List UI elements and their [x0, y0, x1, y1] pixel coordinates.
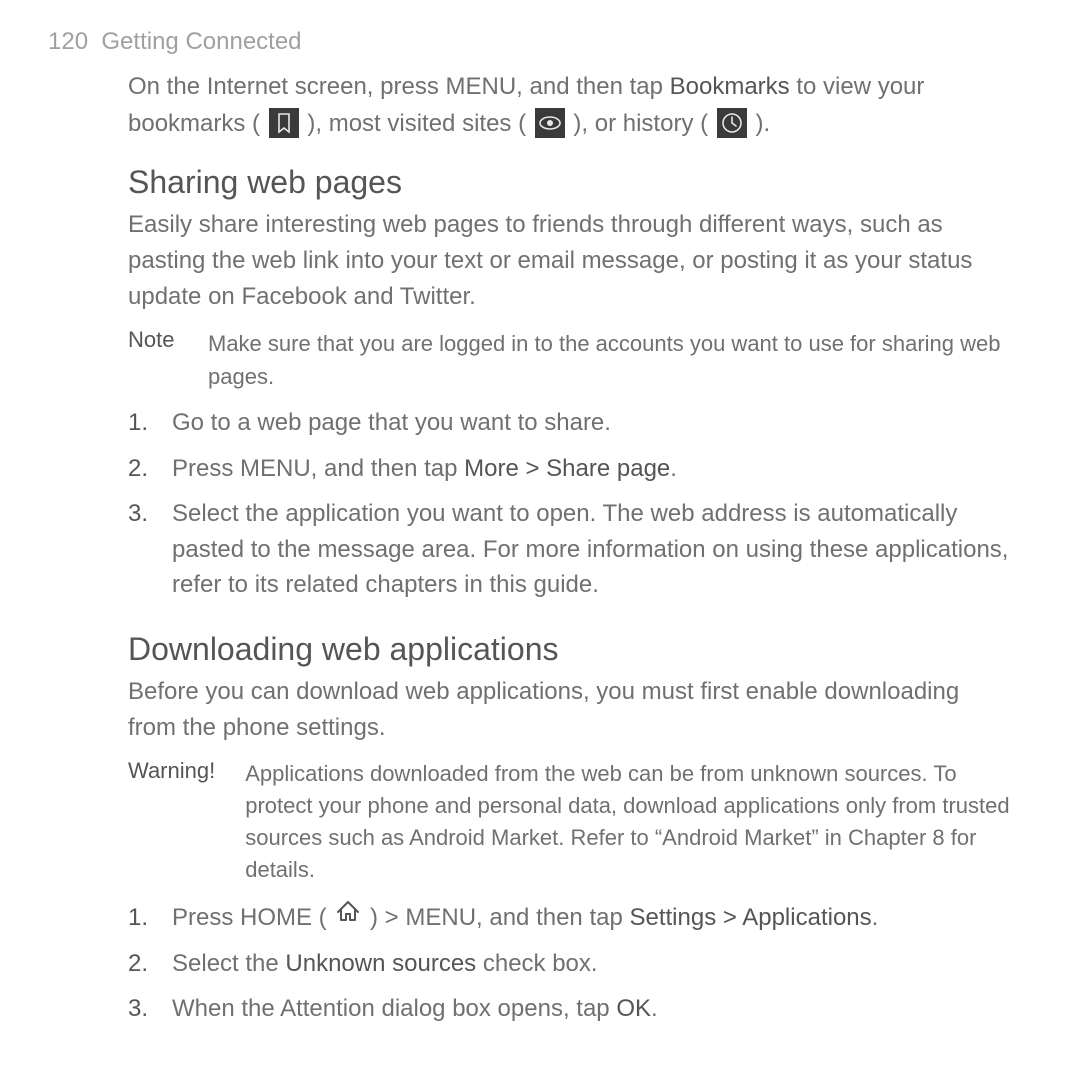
downloading-heading: Downloading web applications: [128, 631, 1012, 668]
section-title: Getting Connected: [101, 28, 301, 55]
warning-text: Applications downloaded from the web can…: [245, 758, 1012, 886]
intro-paragraph: On the Internet screen, press MENU, and …: [128, 68, 1012, 142]
list-item: When the Attention dialog box opens, tap…: [128, 991, 1012, 1027]
note-text: Make sure that you are logged in to the …: [208, 327, 1012, 393]
page-number: 120: [48, 28, 88, 55]
page-content: On the Internet screen, press MENU, and …: [128, 68, 1012, 1027]
eye-icon: [535, 108, 565, 138]
home-icon: [335, 898, 361, 934]
sharing-heading: Sharing web pages: [128, 164, 1012, 201]
sharing-paragraph: Easily share interesting web pages to fr…: [128, 207, 1012, 315]
manual-page: 120 Getting Connected On the Internet sc…: [0, 0, 1080, 1075]
sharing-note: Note Make sure that you are logged in to…: [128, 327, 1012, 393]
downloading-steps: Press HOME ( ) > MENU, and then tap Sett…: [128, 900, 1012, 1027]
downloading-paragraph: Before you can download web applications…: [128, 674, 1012, 746]
list-item: Press HOME ( ) > MENU, and then tap Sett…: [128, 900, 1012, 936]
sharing-steps: Go to a web page that you want to share.…: [128, 405, 1012, 603]
warning-label: Warning!: [128, 758, 215, 886]
downloading-warning: Warning! Applications downloaded from th…: [128, 758, 1012, 886]
list-item: Select the Unknown sources check box.: [128, 946, 1012, 982]
list-item: Select the application you want to open.…: [128, 496, 1012, 603]
bookmark-icon: [269, 108, 299, 138]
note-label: Note: [128, 327, 184, 393]
history-icon: [717, 108, 747, 138]
list-item: Press MENU, and then tap More > Share pa…: [128, 451, 1012, 487]
list-item: Go to a web page that you want to share.: [128, 405, 1012, 441]
page-header: 120 Getting Connected: [48, 28, 1032, 56]
